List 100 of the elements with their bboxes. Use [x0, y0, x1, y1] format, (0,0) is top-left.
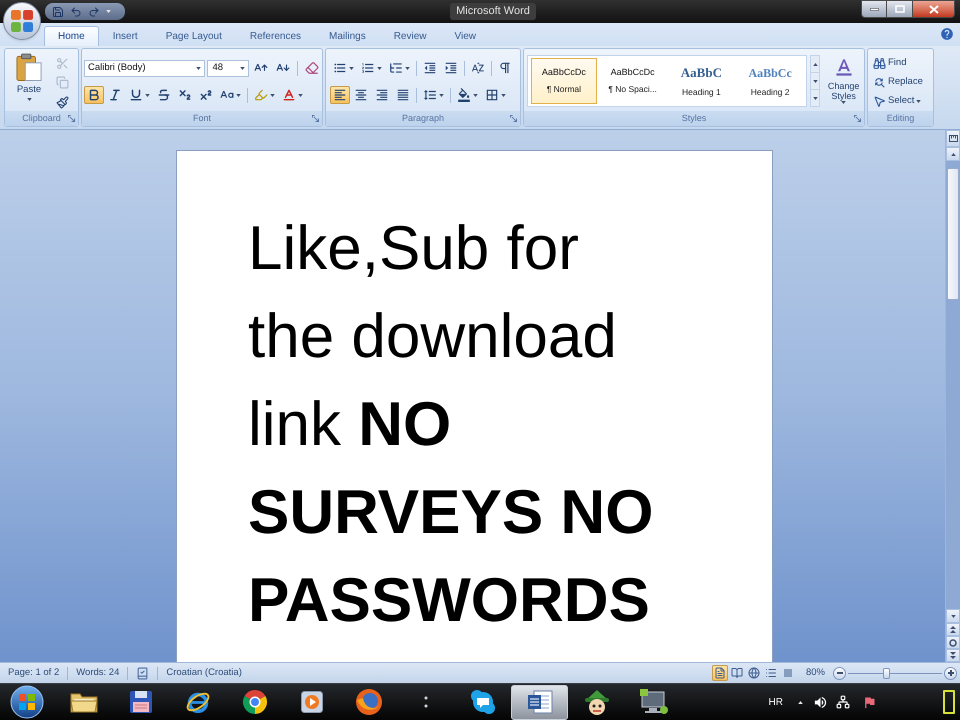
more-icon — [812, 96, 818, 100]
open-book-icon — [730, 667, 743, 679]
caret-up-icon — [950, 152, 956, 156]
maximize-button[interactable] — [887, 0, 912, 18]
close-button[interactable] — [912, 0, 955, 18]
multilevel-list-icon — [389, 61, 403, 75]
ribbon-tab[interactable]: References — [236, 26, 316, 46]
show-desktop-button[interactable] — [943, 690, 955, 714]
align-right-icon — [375, 88, 389, 102]
browse-object-button[interactable] — [946, 636, 960, 649]
bold-icon — [87, 88, 101, 102]
bold-button[interactable] — [84, 86, 104, 104]
font-size-field[interactable]: 48 — [207, 60, 249, 76]
copy-icon — [56, 76, 69, 90]
taskbar-button[interactable] — [511, 684, 568, 720]
input-language[interactable]: HR — [768, 694, 783, 710]
previous-page-button[interactable] — [946, 623, 960, 636]
scroll-thumb[interactable] — [947, 168, 959, 300]
flag-icon[interactable] — [862, 694, 877, 710]
speaker-icon[interactable] — [813, 694, 828, 710]
scroll-up-button[interactable] — [946, 147, 960, 161]
caret-up-icon — [798, 700, 802, 704]
align-center-icon — [354, 88, 368, 102]
scroll-down-button[interactable] — [946, 609, 960, 623]
zoom-slider-thumb[interactable] — [882, 668, 890, 678]
change-styles-button[interactable]: Change Styles — [823, 55, 864, 115]
view-button[interactable] — [746, 665, 762, 681]
find-button[interactable]: Find — [870, 54, 933, 72]
view-button[interactable] — [728, 665, 745, 681]
double-up-icon — [950, 626, 956, 633]
redo-icon[interactable] — [88, 6, 100, 18]
caret-icon — [298, 94, 303, 96]
page-count[interactable]: Page: 1 of 2 — [8, 666, 60, 680]
start-button[interactable] — [8, 684, 45, 720]
undo-icon[interactable] — [70, 6, 82, 18]
group-label: Editing — [886, 112, 914, 125]
scissors-icon — [56, 57, 69, 70]
dialog-launcher-icon[interactable] — [854, 115, 861, 122]
caret-icon — [916, 100, 922, 102]
minimize-button[interactable] — [861, 0, 887, 18]
ribbon-tab[interactable]: Insert — [98, 26, 152, 46]
lines-icon — [782, 667, 794, 679]
zoom-slider[interactable] — [848, 666, 942, 680]
page-icon — [714, 667, 726, 679]
underline-icon — [129, 88, 143, 102]
pointer-icon — [873, 94, 886, 108]
sort-icon — [471, 61, 485, 75]
ribbon-tab[interactable]: Page Layout — [152, 26, 236, 46]
dialog-launcher-icon[interactable] — [312, 115, 319, 122]
view-ruler-button[interactable] — [946, 130, 960, 147]
ribbon-tab[interactable]: Review — [380, 26, 440, 46]
borders-icon — [485, 88, 499, 102]
browser-icon — [242, 689, 268, 715]
align-left-icon — [333, 88, 347, 102]
monitor-icon — [638, 689, 668, 715]
logo-icon — [11, 10, 33, 32]
next-page-button[interactable] — [946, 649, 960, 662]
document-icon — [526, 689, 552, 715]
group-label: Font — [192, 112, 211, 125]
align-button[interactable] — [330, 86, 350, 104]
caret-icon — [377, 66, 382, 70]
caret-icon — [473, 94, 478, 96]
dialog-launcher-icon[interactable] — [68, 115, 75, 122]
language-indicator[interactable]: Croatian (Croatia) — [166, 666, 242, 680]
caret-icon — [841, 101, 846, 104]
close-icon — [928, 4, 938, 14]
minus-icon — [836, 672, 842, 674]
numbered-list-icon — [361, 61, 375, 75]
save-icon[interactable] — [52, 6, 64, 18]
word-count[interactable]: Words: 24 — [76, 666, 120, 680]
clipboard-icon — [16, 53, 42, 82]
ribbon-tab[interactable]: Home — [44, 26, 99, 46]
increase-indent-icon — [444, 61, 458, 75]
zoom-in-button[interactable] — [944, 666, 957, 680]
dots-icon — [424, 696, 428, 708]
help-icon[interactable] — [940, 27, 954, 41]
view-button[interactable] — [712, 665, 728, 681]
replace-button[interactable]: Replace — [870, 73, 933, 91]
dialog-launcher-icon[interactable] — [510, 115, 517, 122]
network-icon[interactable] — [836, 695, 850, 709]
ribbon-tab[interactable]: Mailings — [315, 26, 380, 46]
caret-icon — [405, 66, 410, 70]
style-gallery-item[interactable]: AaBbCcDc ¶ Normal — [531, 58, 597, 104]
decrease-indent-icon — [423, 61, 437, 75]
zoom-out-button[interactable] — [833, 666, 846, 680]
subscript-icon — [178, 88, 192, 102]
eraser-icon — [305, 61, 319, 75]
caret-icon — [196, 66, 202, 70]
play-icon — [300, 691, 322, 713]
font-name-field[interactable]: Calibri (Body) — [84, 60, 206, 76]
select-button[interactable]: Select — [870, 92, 933, 110]
circle-icon — [949, 638, 957, 646]
proofing-icon[interactable] — [136, 666, 150, 680]
binoculars-icon — [873, 56, 886, 70]
group-label: Styles — [682, 112, 706, 125]
caret-icon — [236, 94, 241, 96]
globe-icon — [748, 667, 760, 679]
zoom-level[interactable]: 80% — [806, 666, 825, 680]
bulleted-list-icon — [333, 61, 347, 75]
ribbon-tab[interactable]: View — [440, 26, 490, 46]
